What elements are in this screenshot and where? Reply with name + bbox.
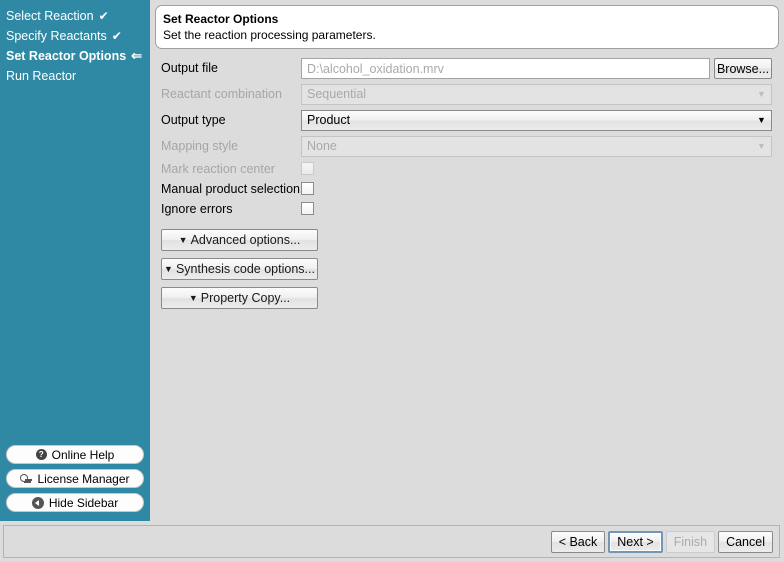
wizard-nav-buttons: < Back Next > Finish Cancel [550,531,773,553]
sidebar-step-specify-reactants[interactable]: Specify Reactants ✔ [0,26,150,46]
reactant-combination-row: Reactant combination Sequential ▼ [0,81,784,107]
output-type-value: Product [307,113,351,127]
mapping-style-value: None [307,139,337,153]
mark-reaction-center-label: Mark reaction center [161,162,275,176]
triangle-down-icon: ▼ [164,264,173,274]
page-subtitle: Set the reaction processing parameters. [163,28,376,42]
manual-product-selection-checkbox[interactable] [301,182,314,195]
reactor-options-form: Output file Browse... Reactant combinati… [0,55,784,219]
online-help-label: Online Help [51,447,115,462]
advanced-options-button[interactable]: ▼ Advanced options... [161,229,318,251]
chevron-down-icon: ▼ [757,89,766,99]
browse-button[interactable]: Browse... [714,58,772,79]
hide-sidebar-button[interactable]: Hide Sidebar [6,493,144,512]
output-file-row: Output file Browse... [0,55,784,81]
chevron-down-icon: ▼ [757,141,766,151]
mapping-style-row: Mapping style None ▼ [0,133,784,159]
triangle-down-icon: ▼ [178,235,188,245]
reactant-combination-value: Sequential [307,87,367,101]
license-manager-button[interactable]: License Manager [6,469,144,488]
sidebar-step-select-reaction[interactable]: Select Reaction ✔ [0,6,150,26]
synthesis-code-options-label: Synthesis code options... [175,262,315,276]
property-copy-button[interactable]: ▼ Property Copy... [161,287,318,309]
reactant-combination-select: Sequential ▼ [301,84,772,105]
mapping-style-select: None ▼ [301,136,772,157]
cancel-button[interactable]: Cancel [718,531,773,553]
ignore-errors-row: Ignore errors [0,199,784,219]
online-help-button[interactable]: ? Online Help [6,445,144,464]
manual-product-selection-label: Manual product selection [161,182,300,196]
synthesis-code-options-button[interactable]: ▼ Synthesis code options... [161,258,318,280]
wizard-window: Select Reaction ✔ Specify Reactants ✔ Set … [0,0,784,562]
help-circle-icon: ? [35,449,47,460]
ignore-errors-checkbox[interactable] [301,202,314,215]
page-header-panel: Set Reactor Options Set the reaction pro… [155,5,779,49]
output-type-row: Output type Product ▼ [0,107,784,133]
reactant-combination-label: Reactant combination [161,87,282,101]
page-title: Set Reactor Options [163,12,279,26]
chevron-down-icon: ▼ [757,115,766,125]
property-copy-label: Property Copy... [200,291,291,305]
manual-product-selection-row: Manual product selection [0,179,784,199]
triangle-down-icon: ▼ [188,293,198,303]
key-icon [20,473,33,484]
license-manager-label: License Manager [37,471,130,486]
output-file-input[interactable] [301,58,710,79]
sidebar-action-buttons: ? Online Help License Manager Hide Sideb… [0,445,150,517]
finish-button: Finish [665,531,716,553]
check-icon: ✔ [111,29,122,43]
hide-sidebar-label: Hide Sidebar [48,495,119,510]
mark-reaction-center-row: Mark reaction center [0,159,784,179]
output-type-label: Output type [161,113,226,127]
collapse-left-icon [31,496,44,509]
ignore-errors-label: Ignore errors [161,202,233,216]
mapping-style-label: Mapping style [161,139,239,153]
wizard-footer: < Back Next > Finish Cancel [3,525,780,558]
step-label: Select Reaction [6,9,94,23]
next-button[interactable]: Next > [608,531,663,553]
disclosure-button-group: ▼ Advanced options... ▼ Synthesis code opt… [161,229,318,316]
output-file-label: Output file [161,61,218,75]
output-type-select[interactable]: Product ▼ [301,110,772,131]
advanced-options-label: Advanced options... [190,233,301,247]
check-icon: ✔ [98,9,109,23]
back-button[interactable]: < Back [550,531,606,553]
mark-reaction-center-checkbox [301,162,314,175]
step-label: Specify Reactants [6,29,107,43]
